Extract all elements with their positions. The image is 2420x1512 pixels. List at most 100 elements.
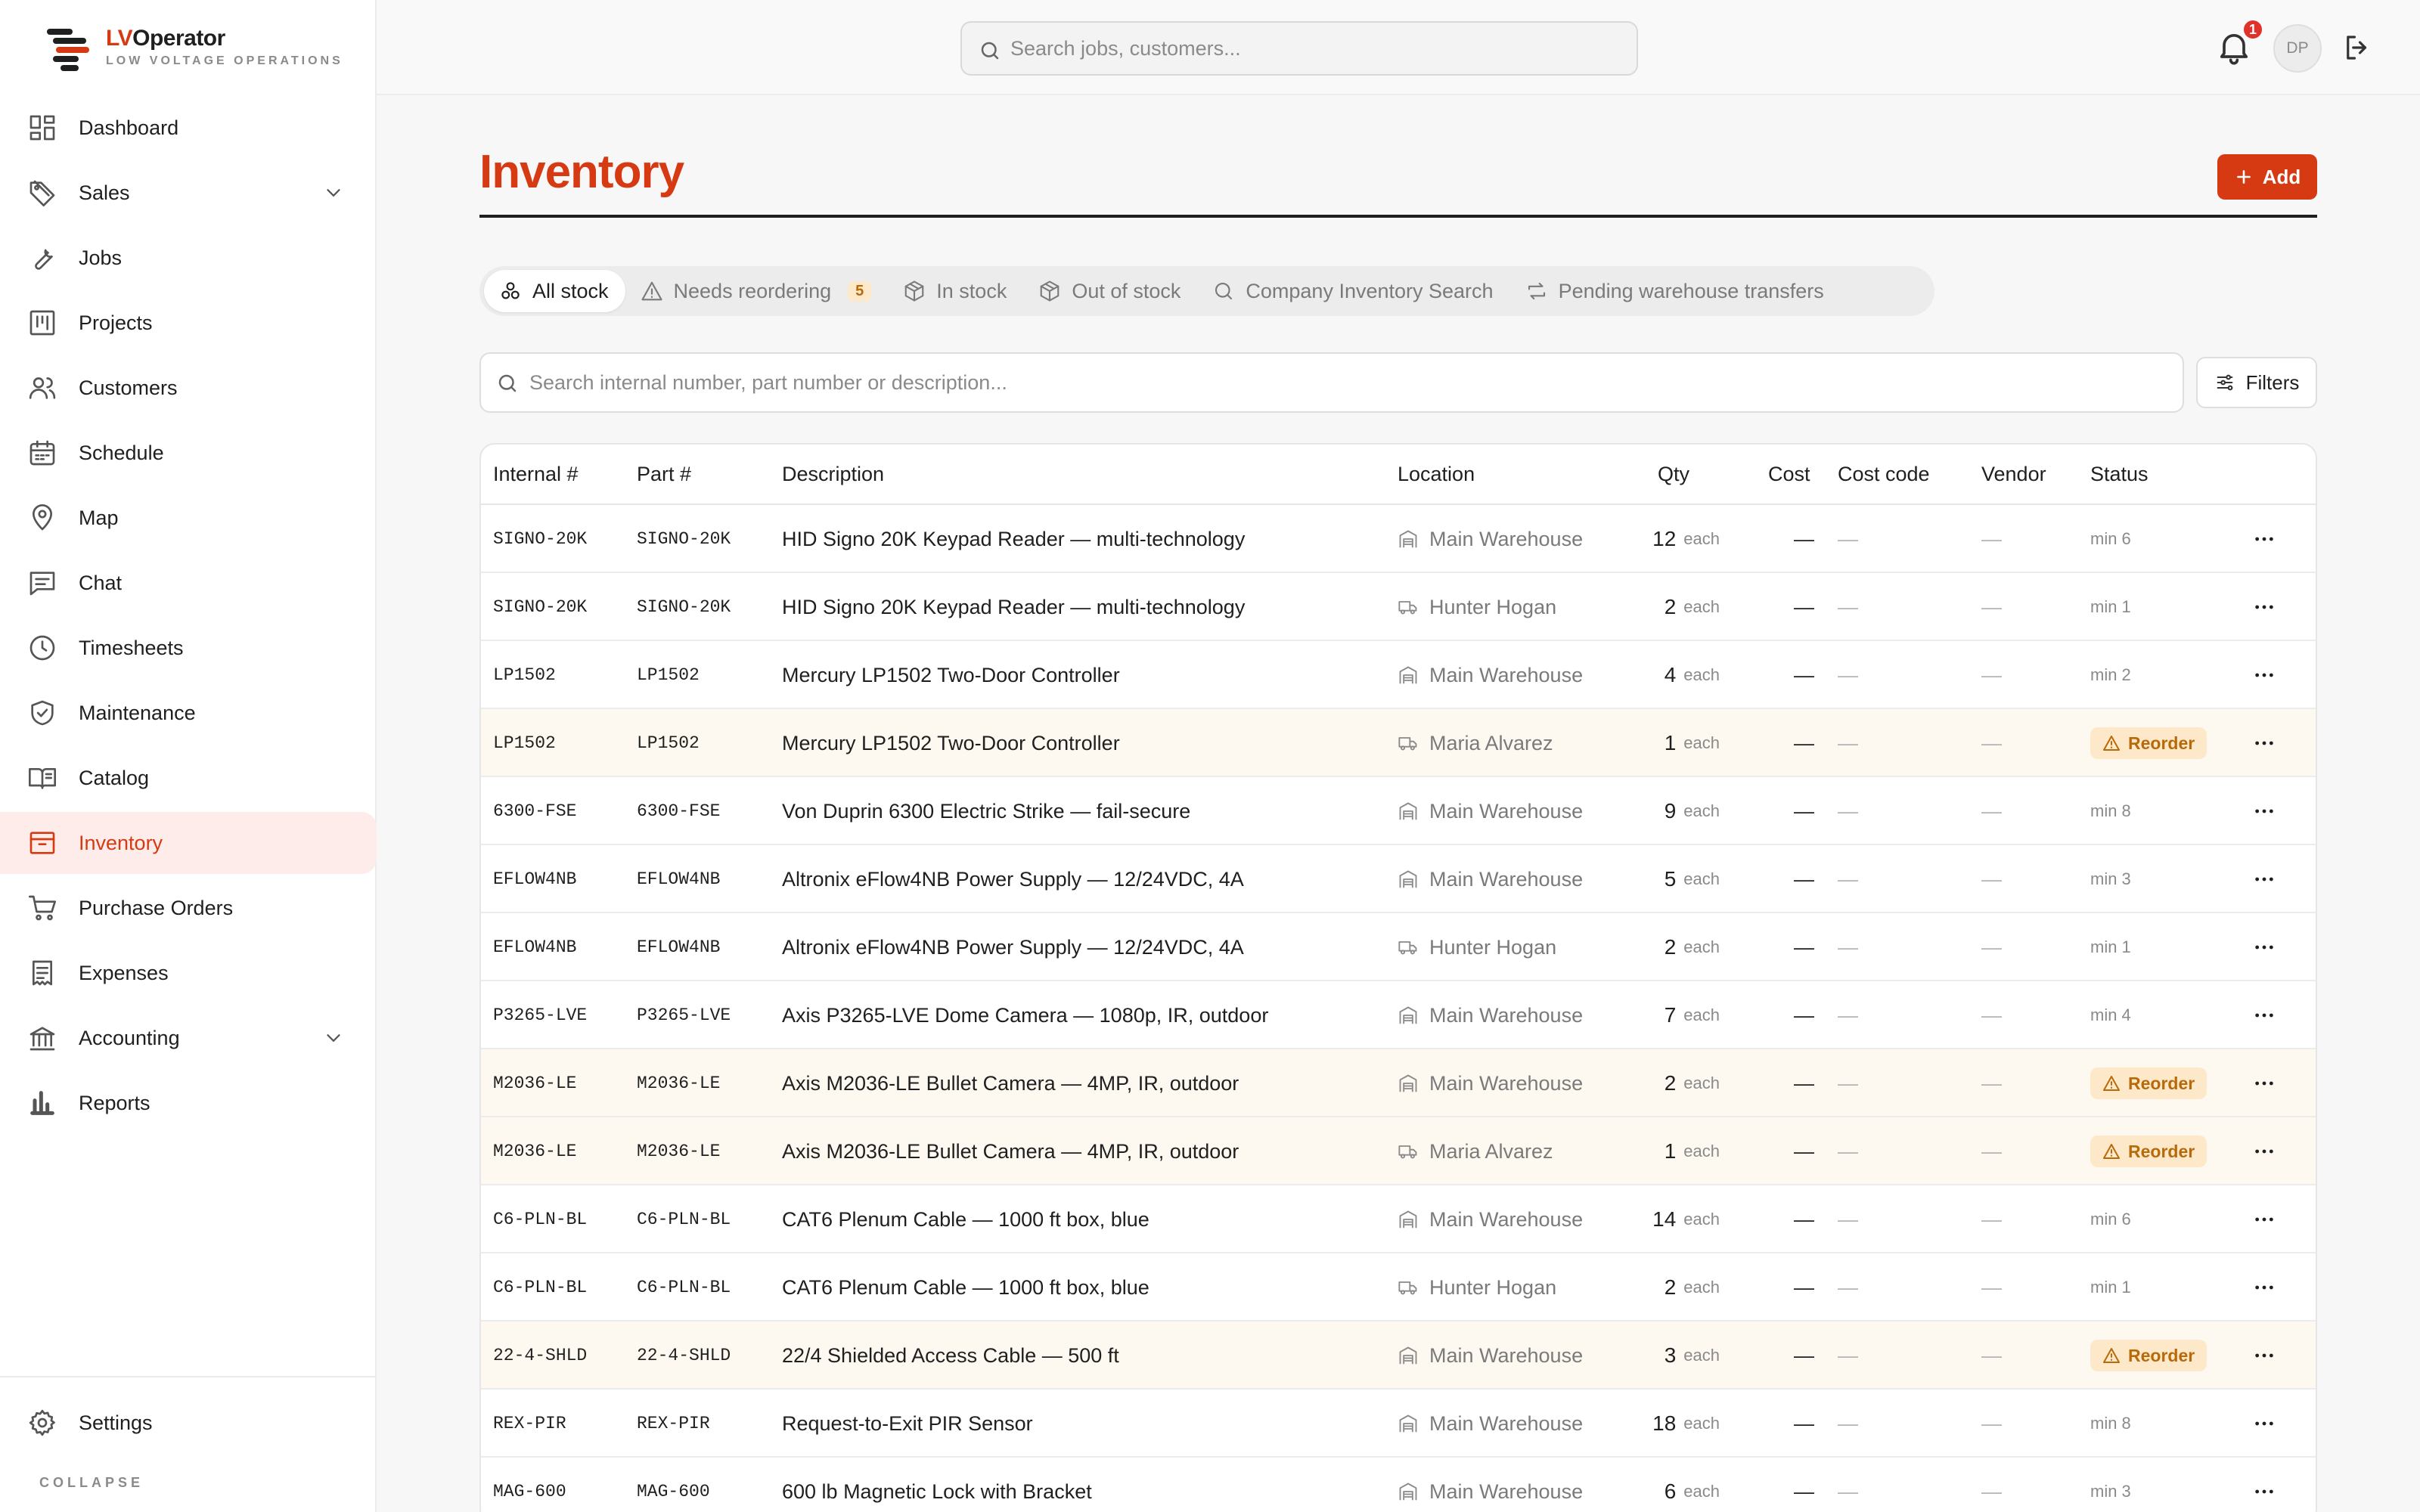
collapse-button[interactable]: COLLAPSE xyxy=(39,1475,144,1491)
internal-number: P3265-LVE xyxy=(493,1005,588,1025)
filters-button[interactable]: Filters xyxy=(2196,357,2317,408)
more-icon[interactable] xyxy=(2249,932,2279,962)
topbar: 1 DP xyxy=(377,0,2420,95)
chevron-down-icon[interactable] xyxy=(322,1027,345,1049)
sidebar-item-inventory[interactable]: Inventory xyxy=(0,812,377,874)
item-qty: 2 each xyxy=(1664,935,1720,959)
sidebar-item-map[interactable]: Map xyxy=(0,487,377,549)
sidebar-item-timesheets[interactable]: Timesheets xyxy=(0,617,377,679)
inventory-search-input[interactable] xyxy=(529,370,2183,395)
more-icon[interactable] xyxy=(2249,1136,2279,1167)
more-icon[interactable] xyxy=(2249,592,2279,622)
internal-number: LP1502 xyxy=(493,733,556,753)
table-row[interactable]: C6-PLN-BL C6-PLN-BL CAT6 Plenum Cable — 10… xyxy=(481,1185,2316,1253)
table-row[interactable]: MAG-600 MAG-600 600 lb Magnetic Lock with … xyxy=(481,1458,2316,1512)
sidebar-item-sales[interactable]: Sales xyxy=(0,162,377,224)
more-icon[interactable] xyxy=(2249,728,2279,758)
table-row[interactable]: SIGNO-20K SIGNO-20K HID Signo 20K Keypad R… xyxy=(481,573,2316,641)
brand-subtitle: LOW VOLTAGE OPERATIONS xyxy=(106,54,343,67)
avatar[interactable]: DP xyxy=(2273,24,2322,73)
tab-pending-warehouse-transfers[interactable]: Pending warehouse transfers xyxy=(1510,270,1841,312)
item-description: Mercury LP1502 Two-Door Controller xyxy=(782,731,1120,754)
table-row[interactable]: REX-PIR REX-PIR Request-to-Exit PIR Sensor… xyxy=(481,1390,2316,1458)
table-row[interactable]: EFLOW4NB EFLOW4NB Altronix eFlow4NB Power … xyxy=(481,845,2316,913)
table-row[interactable]: M2036-LE M2036-LE Axis M2036-LE Bullet Cam… xyxy=(481,1049,2316,1117)
sidebar-item-reports[interactable]: Reports xyxy=(0,1072,377,1134)
more-icon[interactable] xyxy=(2249,1068,2279,1098)
item-vendor: — xyxy=(1981,663,2002,686)
item-cost: — xyxy=(1794,527,1814,550)
inventory-search[interactable] xyxy=(479,352,2184,413)
sidebar-item-catalog[interactable]: Catalog xyxy=(0,747,377,809)
more-icon[interactable] xyxy=(2249,1340,2279,1371)
add-button[interactable]: Add xyxy=(2217,154,2317,200)
col-location[interactable]: Location xyxy=(1398,463,1475,486)
item-qty: 3 each xyxy=(1664,1343,1720,1367)
item-status: min 4 xyxy=(2090,981,2131,1049)
tab-all-stock[interactable]: All stock xyxy=(484,270,625,312)
sidebar-item-schedule[interactable]: Schedule xyxy=(0,422,377,484)
table-row[interactable]: SIGNO-20K SIGNO-20K HID Signo 20K Keypad R… xyxy=(481,505,2316,573)
sidebar-item-purchase-orders[interactable]: Purchase Orders xyxy=(0,877,377,939)
sidebar-item-accounting[interactable]: Accounting xyxy=(0,1007,377,1069)
sidebar-item-chat[interactable]: Chat xyxy=(0,552,377,614)
more-icon[interactable] xyxy=(2249,864,2279,894)
item-status: min 8 xyxy=(2090,777,2131,845)
table-row[interactable]: C6-PLN-BL C6-PLN-BL CAT6 Plenum Cable — 10… xyxy=(481,1253,2316,1321)
col-qty[interactable]: Qty xyxy=(1658,463,1689,486)
sidebar-item-expenses[interactable]: Expenses xyxy=(0,942,377,1004)
logo[interactable]: LVOperator LOW VOLTAGE OPERATIONS xyxy=(45,24,343,71)
tab-needs-reordering[interactable]: Needs reordering 5 xyxy=(625,270,889,312)
more-icon[interactable] xyxy=(2249,796,2279,826)
bar-chart-icon xyxy=(27,1088,57,1118)
item-vendor: — xyxy=(1981,867,2002,891)
more-icon[interactable] xyxy=(2249,1204,2279,1235)
col-part[interactable]: Part # xyxy=(637,463,691,486)
logout-icon[interactable] xyxy=(2341,32,2373,64)
col-internal[interactable]: Internal # xyxy=(493,463,579,486)
tab-company-inventory-search[interactable]: Company Inventory Search xyxy=(1197,270,1509,312)
item-description: CAT6 Plenum Cable — 1000 ft box, blue xyxy=(782,1275,1150,1299)
warehouse-icon xyxy=(1399,1074,1417,1092)
table-row[interactable]: EFLOW4NB EFLOW4NB Altronix eFlow4NB Power … xyxy=(481,913,2316,981)
global-search[interactable] xyxy=(960,21,1638,76)
table-row[interactable]: P3265-LVE P3265-LVE Axis P3265-LVE Dome Ca… xyxy=(481,981,2316,1049)
col-cost[interactable]: Cost xyxy=(1768,463,1810,486)
chevron-down-icon[interactable] xyxy=(322,181,345,204)
col-vendor[interactable]: Vendor xyxy=(1981,463,2046,486)
chat-icon xyxy=(27,568,57,598)
sidebar-item-jobs[interactable]: Jobs xyxy=(0,227,377,289)
warehouse-icon xyxy=(1399,1210,1417,1228)
map-pin-icon xyxy=(27,503,57,533)
table-row[interactable]: 6300-FSE 6300-FSE Von Duprin 6300 Electric… xyxy=(481,777,2316,845)
col-description[interactable]: Description xyxy=(782,463,884,486)
more-icon[interactable] xyxy=(2249,1408,2279,1439)
more-icon[interactable] xyxy=(2249,1000,2279,1030)
sidebar-item-maintenance[interactable]: Maintenance xyxy=(0,682,377,744)
dashboard-icon xyxy=(27,113,57,143)
more-icon[interactable] xyxy=(2249,1476,2279,1507)
tab-in-stock[interactable]: In stock xyxy=(888,270,1023,312)
item-description: HID Signo 20K Keypad Reader — multi-tech… xyxy=(782,595,1246,618)
table-row[interactable]: 22-4-SHLD 22-4-SHLD 22/4 Shielded Access C… xyxy=(481,1321,2316,1390)
global-search-input[interactable] xyxy=(1010,36,1637,60)
main-nav: Dashboard Sales Jobs Projects Customers Sched… xyxy=(0,94,377,1137)
sidebar-item-customers[interactable]: Customers xyxy=(0,357,377,419)
more-icon[interactable] xyxy=(2249,524,2279,554)
more-icon[interactable] xyxy=(2249,1272,2279,1303)
settings-link[interactable]: Settings xyxy=(0,1393,377,1453)
table-row[interactable]: LP1502 LP1502 Mercury LP1502 Two-Door Cont… xyxy=(481,709,2316,777)
table-row[interactable]: LP1502 LP1502 Mercury LP1502 Two-Door Cont… xyxy=(481,641,2316,709)
table-row[interactable]: M2036-LE M2036-LE Axis M2036-LE Bullet Cam… xyxy=(481,1117,2316,1185)
item-vendor: — xyxy=(1981,1343,2002,1367)
title-divider xyxy=(479,215,2317,218)
col-cost-code[interactable]: Cost code xyxy=(1838,463,1930,486)
sidebar-item-dashboard[interactable]: Dashboard xyxy=(0,97,377,159)
sidebar-item-projects[interactable]: Projects xyxy=(0,292,377,354)
tab-out-of-stock[interactable]: Out of stock xyxy=(1023,270,1197,312)
table-header: Internal # Part # Description Location Q… xyxy=(481,445,2316,505)
truck-icon xyxy=(1398,601,1417,615)
col-status[interactable]: Status xyxy=(2090,463,2149,486)
more-icon[interactable] xyxy=(2249,660,2279,690)
search-icon xyxy=(1215,282,1233,300)
